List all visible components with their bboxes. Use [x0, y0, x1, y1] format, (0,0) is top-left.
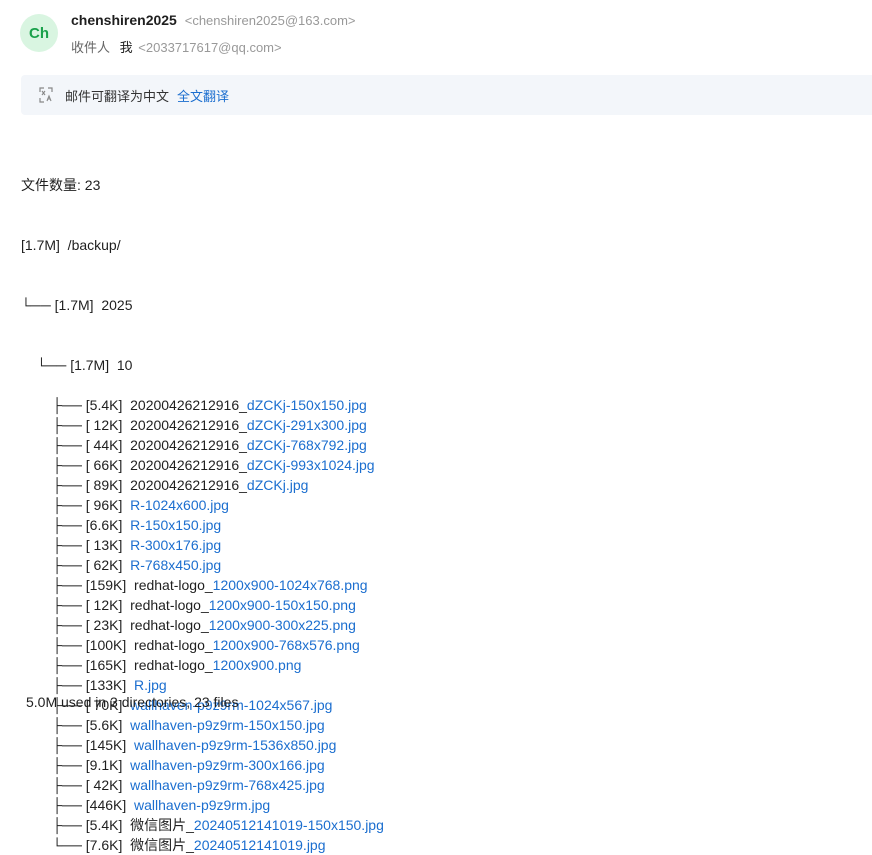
file-name-plain: redhat-logo_ [130, 617, 209, 633]
file-name-link[interactable]: dZCKj.jpg [247, 477, 308, 493]
translate-icon [39, 87, 53, 103]
recipient-me[interactable]: 我 [120, 40, 133, 55]
file-name-link[interactable]: 1200x900-150x150.png [209, 597, 356, 613]
sender-email[interactable]: <chenshiren2025@163.com> [185, 13, 356, 28]
file-size-prefix: ├── [5.4K] [21, 817, 131, 833]
file-size-prefix: ├── [ 13K] [21, 537, 131, 553]
file-name-link[interactable]: 1200x900-300x225.png [209, 617, 356, 633]
file-row: └── [7.6K] 微信图片_20240512141019.jpg [21, 835, 384, 855]
file-name-link[interactable]: R.jpg [134, 677, 167, 693]
file-tree: 文件数量: 23 [1.7M] /backup/ └── [1.7M] 2025… [21, 135, 384, 855]
file-name-link[interactable]: 1200x900-768x576.png [213, 637, 360, 653]
file-size-prefix: ├── [159K] [21, 577, 135, 593]
file-row: ├── [ 23K] redhat-logo_1200x900-300x225.… [21, 615, 384, 635]
file-name-plain: 20200426212916_ [130, 477, 247, 493]
file-name-link[interactable]: dZCKj-768x792.jpg [247, 437, 367, 453]
file-name-plain: 微信图片_ [130, 817, 194, 833]
file-size-prefix: ├── [ 23K] [21, 617, 131, 633]
file-size-prefix: ├── [ 96K] [21, 497, 131, 513]
file-row: ├── [165K] redhat-logo_1200x900.png [21, 655, 384, 675]
file-row: ├── [5.4K] 20200426212916_dZCKj-150x150.… [21, 395, 384, 415]
file-size-prefix: ├── [ 12K] [21, 597, 131, 613]
file-name-link[interactable]: wallhaven-p9z9rm.jpg [134, 797, 270, 813]
tree-summary: 5.0M used in 3 directories, 23 files [26, 694, 239, 710]
file-name-link[interactable]: dZCKj-150x150.jpg [247, 397, 367, 413]
file-name-link[interactable]: 20240512141019.jpg [194, 837, 326, 853]
file-name-plain: 20200426212916_ [130, 417, 247, 433]
file-row: ├── [ 13K] R-300x176.jpg [21, 535, 384, 555]
file-size-prefix: ├── [5.6K] [21, 717, 131, 733]
file-name-link[interactable]: dZCKj-291x300.jpg [247, 417, 367, 433]
file-name-link[interactable]: R-768x450.jpg [130, 557, 221, 573]
recipient-email[interactable]: <2033717617@qq.com> [138, 40, 281, 55]
file-size-prefix: ├── [ 12K] [21, 417, 131, 433]
email-header: Ch chenshiren2025 <chenshiren2025@163.co… [20, 10, 872, 60]
file-name-link[interactable]: 20240512141019-150x150.jpg [194, 817, 384, 833]
file-row: ├── [ 42K] wallhaven-p9z9rm-768x425.jpg [21, 775, 384, 795]
file-name-plain: redhat-logo_ [130, 597, 209, 613]
file-row: ├── [ 44K] 20200426212916_dZCKj-768x792.… [21, 435, 384, 455]
file-row: ├── [446K] wallhaven-p9z9rm.jpg [21, 795, 384, 815]
file-size-prefix: ├── [ 66K] [21, 457, 131, 473]
file-size-prefix: ├── [446K] [21, 797, 135, 813]
tree-root: [1.7M] /backup/ [21, 237, 121, 253]
recipient-label: 收件人 [71, 40, 111, 55]
file-size-prefix: ├── [145K] [21, 737, 135, 753]
file-name-plain: 20200426212916_ [130, 437, 247, 453]
file-name-plain: 20200426212916_ [130, 457, 247, 473]
recipient-line: 收件人 我 <2033717617@qq.com> [71, 37, 282, 56]
file-count: 文件数量: 23 [21, 177, 101, 193]
file-name-link[interactable]: dZCKj-993x1024.jpg [247, 457, 375, 473]
file-name-link[interactable]: 1200x900-1024x768.png [213, 577, 368, 593]
file-size-prefix: ├── [9.1K] [21, 757, 131, 773]
sender-line: chenshiren2025 <chenshiren2025@163.com> [71, 12, 356, 28]
file-row: ├── [5.6K] wallhaven-p9z9rm-150x150.jpg [21, 715, 384, 735]
sender-avatar[interactable]: Ch [20, 14, 58, 52]
file-name-link[interactable]: wallhaven-p9z9rm-1536x850.jpg [134, 737, 336, 753]
file-size-prefix: ├── [ 62K] [21, 557, 131, 573]
file-name-plain: redhat-logo_ [134, 657, 213, 673]
file-row: ├── [5.4K] 微信图片_20240512141019-150x150.j… [21, 815, 384, 835]
file-row: ├── [145K] wallhaven-p9z9rm-1536x850.jpg [21, 735, 384, 755]
file-row: ├── [6.6K] R-150x150.jpg [21, 515, 384, 535]
file-name-link[interactable]: wallhaven-p9z9rm-150x150.jpg [130, 717, 325, 733]
file-size-prefix: ├── [165K] [21, 657, 135, 673]
file-row: ├── [ 62K] R-768x450.jpg [21, 555, 384, 575]
file-size-prefix: └── [7.6K] [21, 837, 131, 853]
file-name-link[interactable]: 1200x900.png [213, 657, 302, 673]
tree-dir-10: └── [1.7M] 10 [21, 357, 133, 373]
file-name-plain: 微信图片_ [130, 837, 194, 853]
file-row: ├── [ 12K] 20200426212916_dZCKj-291x300.… [21, 415, 384, 435]
file-row: ├── [9.1K] wallhaven-p9z9rm-300x166.jpg [21, 755, 384, 775]
file-row: ├── [159K] redhat-logo_1200x900-1024x768… [21, 575, 384, 595]
file-row: ├── [100K] redhat-logo_1200x900-768x576.… [21, 635, 384, 655]
file-name-plain: redhat-logo_ [134, 637, 213, 653]
file-size-prefix: ├── [133K] [21, 677, 135, 693]
file-row: ├── [ 12K] redhat-logo_1200x900-150x150.… [21, 595, 384, 615]
file-name-link[interactable]: R-150x150.jpg [130, 517, 221, 533]
file-name-link[interactable]: wallhaven-p9z9rm-768x425.jpg [130, 777, 325, 793]
file-row: ├── [ 89K] 20200426212916_dZCKj.jpg [21, 475, 384, 495]
translate-bar: 邮件可翻译为中文 全文翻译 [21, 75, 872, 115]
file-size-prefix: ├── [ 89K] [21, 477, 131, 493]
file-name-link[interactable]: wallhaven-p9z9rm-300x166.jpg [130, 757, 325, 773]
translate-full-link[interactable]: 全文翻译 [177, 86, 229, 105]
file-name-link[interactable]: R-1024x600.jpg [130, 497, 229, 513]
file-size-prefix: ├── [ 42K] [21, 777, 131, 793]
file-row: ├── [ 96K] R-1024x600.jpg [21, 495, 384, 515]
translate-hint: 邮件可翻译为中文 [65, 88, 170, 104]
file-name-plain: 20200426212916_ [130, 397, 247, 413]
sender-name[interactable]: chenshiren2025 [71, 12, 177, 28]
file-size-prefix: ├── [100K] [21, 637, 135, 653]
file-size-prefix: ├── [5.4K] [21, 397, 131, 413]
file-size-prefix: ├── [ 44K] [21, 437, 131, 453]
file-size-prefix: ├── [6.6K] [21, 517, 131, 533]
tree-dir-2025: └── [1.7M] 2025 [21, 297, 133, 313]
file-name-plain: redhat-logo_ [134, 577, 213, 593]
file-row: ├── [133K] R.jpg [21, 675, 384, 695]
file-name-link[interactable]: R-300x176.jpg [130, 537, 221, 553]
file-row: ├── [ 66K] 20200426212916_dZCKj-993x1024… [21, 455, 384, 475]
